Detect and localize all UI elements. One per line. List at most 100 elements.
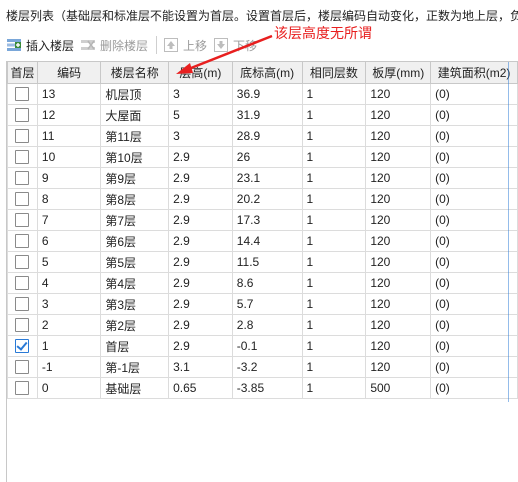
same-floor-count-cell[interactable]: 1 (301, 167, 367, 189)
floor-height-cell[interactable]: 0.65 (168, 377, 233, 399)
first-floor-checkbox[interactable] (15, 108, 30, 123)
table-row[interactable]: 0 基础层 0.65 -3.85 1 500 (0) (7, 377, 518, 399)
first-floor-checkbox[interactable] (15, 255, 30, 270)
same-floor-count-cell[interactable]: 1 (301, 335, 367, 357)
same-floor-count-cell[interactable]: 1 (301, 104, 367, 126)
first-floor-checkbox[interactable] (15, 129, 30, 144)
floor-height-cell[interactable]: 2.9 (168, 146, 233, 168)
table-row[interactable]: 2 第2层 2.9 2.8 1 120 (0) (7, 314, 518, 336)
slab-thickness-cell[interactable]: 120 (365, 125, 432, 147)
same-floor-count-cell[interactable]: 1 (301, 209, 367, 231)
first-floor-checkbox[interactable] (15, 87, 30, 102)
base-elevation-cell[interactable]: 28.9 (231, 125, 303, 147)
building-area-cell[interactable]: (0) (430, 272, 518, 294)
building-area-cell[interactable]: (0) (430, 251, 518, 273)
first-floor-cell[interactable] (7, 104, 38, 126)
code-cell[interactable]: 9 (36, 167, 102, 189)
first-floor-cell[interactable] (7, 335, 38, 357)
slab-thickness-cell[interactable]: 120 (365, 230, 432, 252)
building-area-cell[interactable]: (0) (430, 356, 518, 378)
code-cell[interactable]: 11 (36, 125, 102, 147)
code-cell[interactable]: 12 (36, 104, 102, 126)
base-elevation-cell[interactable]: -3.2 (231, 356, 303, 378)
floor-height-cell[interactable]: 3 (168, 125, 233, 147)
base-elevation-cell[interactable]: 17.3 (231, 209, 303, 231)
building-area-cell[interactable]: (0) (430, 377, 518, 399)
table-row[interactable]: 4 第4层 2.9 8.6 1 120 (0) (7, 272, 518, 294)
first-floor-checkbox[interactable] (15, 150, 30, 165)
slab-thickness-cell[interactable]: 120 (365, 272, 432, 294)
building-area-cell[interactable]: (0) (430, 146, 518, 168)
table-row[interactable]: 8 第8层 2.9 20.2 1 120 (0) (7, 188, 518, 210)
code-cell[interactable]: 1 (36, 335, 102, 357)
same-floor-count-cell[interactable]: 1 (301, 125, 367, 147)
same-floor-count-cell[interactable]: 1 (301, 293, 367, 315)
floor-name-cell[interactable]: 第5层 (100, 251, 170, 273)
first-floor-checkbox[interactable] (15, 234, 30, 249)
move-down-button[interactable]: 下移 (213, 37, 257, 54)
slab-thickness-cell[interactable]: 120 (365, 104, 432, 126)
floor-height-cell[interactable]: 2.9 (168, 209, 233, 231)
slab-thickness-cell[interactable]: 120 (365, 314, 432, 336)
same-floor-count-cell[interactable]: 1 (301, 272, 367, 294)
table-row[interactable]: 5 第5层 2.9 11.5 1 120 (0) (7, 251, 518, 273)
first-floor-cell[interactable] (7, 167, 38, 189)
code-cell[interactable]: 2 (36, 314, 102, 336)
floor-name-cell[interactable]: 第2层 (100, 314, 170, 336)
first-floor-cell[interactable] (7, 188, 38, 210)
code-cell[interactable]: 8 (36, 188, 102, 210)
same-floor-count-cell[interactable]: 1 (301, 377, 367, 399)
code-cell[interactable]: 6 (36, 230, 102, 252)
base-elevation-cell[interactable]: 26 (231, 146, 303, 168)
floor-name-cell[interactable]: 首层 (100, 335, 170, 357)
move-up-button[interactable]: 上移 (163, 37, 207, 54)
base-elevation-cell[interactable]: 5.7 (231, 293, 303, 315)
same-floor-count-cell[interactable]: 1 (301, 83, 367, 105)
table-row[interactable]: 11 第11层 3 28.9 1 120 (0) (7, 125, 518, 147)
first-floor-cell[interactable] (7, 356, 38, 378)
floor-height-cell[interactable]: 2.9 (168, 251, 233, 273)
floor-height-cell[interactable]: 2.9 (168, 314, 233, 336)
column-header-first-floor[interactable]: 首层 (7, 61, 38, 84)
first-floor-checkbox[interactable] (15, 171, 30, 186)
slab-thickness-cell[interactable]: 120 (365, 146, 432, 168)
table-row[interactable]: 12 大屋面 5 31.9 1 120 (0) (7, 104, 518, 126)
code-cell[interactable]: 13 (36, 83, 102, 105)
first-floor-checkbox[interactable] (15, 381, 30, 396)
code-cell[interactable]: -1 (36, 356, 102, 378)
same-floor-count-cell[interactable]: 1 (301, 146, 367, 168)
code-cell[interactable]: 3 (36, 293, 102, 315)
building-area-cell[interactable]: (0) (430, 83, 518, 105)
floor-name-cell[interactable]: 第3层 (100, 293, 170, 315)
table-row[interactable]: 10 第10层 2.9 26 1 120 (0) (7, 146, 518, 168)
building-area-cell[interactable]: (0) (430, 335, 518, 357)
base-elevation-cell[interactable]: 8.6 (231, 272, 303, 294)
floor-name-cell[interactable]: 第8层 (100, 188, 170, 210)
first-floor-cell[interactable] (7, 230, 38, 252)
base-elevation-cell[interactable]: 14.4 (231, 230, 303, 252)
slab-thickness-cell[interactable]: 120 (365, 293, 432, 315)
column-header-same-floor-count[interactable]: 相同层数 (301, 61, 367, 84)
base-elevation-cell[interactable]: 36.9 (231, 83, 303, 105)
building-area-cell[interactable]: (0) (430, 188, 518, 210)
first-floor-cell[interactable] (7, 125, 38, 147)
code-cell[interactable]: 10 (36, 146, 102, 168)
column-header-slab-thickness[interactable]: 板厚(mm) (365, 61, 432, 84)
first-floor-checkbox[interactable] (15, 360, 30, 375)
code-cell[interactable]: 7 (36, 209, 102, 231)
floor-name-cell[interactable]: 第9层 (100, 167, 170, 189)
floor-height-cell[interactable]: 2.9 (168, 188, 233, 210)
slab-thickness-cell[interactable]: 120 (365, 356, 432, 378)
floor-name-cell[interactable]: 第-1层 (100, 356, 170, 378)
first-floor-cell[interactable] (7, 251, 38, 273)
first-floor-checkbox[interactable] (15, 318, 30, 333)
table-row[interactable]: 9 第9层 2.9 23.1 1 120 (0) (7, 167, 518, 189)
base-elevation-cell[interactable]: 23.1 (231, 167, 303, 189)
column-header-base-elevation[interactable]: 底标高(m) (231, 61, 303, 84)
same-floor-count-cell[interactable]: 1 (301, 356, 367, 378)
floor-name-cell[interactable]: 大屋面 (100, 104, 170, 126)
base-elevation-cell[interactable]: -3.85 (231, 377, 303, 399)
table-row[interactable]: 7 第7层 2.9 17.3 1 120 (0) (7, 209, 518, 231)
base-elevation-cell[interactable]: 20.2 (231, 188, 303, 210)
first-floor-cell[interactable] (7, 146, 38, 168)
